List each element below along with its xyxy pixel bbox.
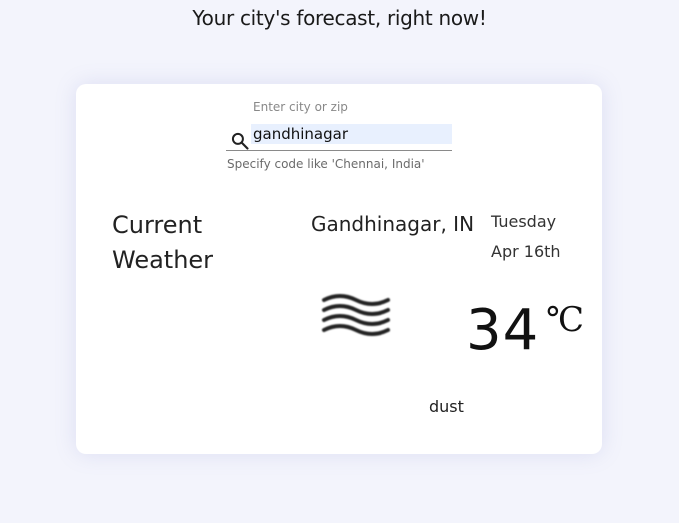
date: Apr 16th (491, 242, 561, 261)
search-field: Enter city or zip Specify code like 'Che… (226, 100, 452, 171)
search-underline (226, 150, 452, 151)
city-name: Gandhinagar, IN (311, 212, 475, 236)
search-icon[interactable] (230, 131, 250, 151)
search-helper-text: Specify code like 'Chennai, India' (227, 157, 425, 171)
weather-card: Enter city or zip Specify code like 'Che… (76, 84, 602, 454)
search-label: Enter city or zip (253, 100, 348, 114)
current-weather-heading: Current Weather (112, 211, 214, 274)
haze-icon (322, 294, 390, 336)
page-tagline: Your city's forecast, right now! (192, 6, 487, 30)
temperature-unit: ℃ (546, 300, 585, 340)
temperature-value: 34 (466, 298, 540, 363)
weather-description: dust (429, 397, 464, 416)
weekday: Tuesday (491, 212, 557, 231)
search-input[interactable] (251, 124, 452, 144)
